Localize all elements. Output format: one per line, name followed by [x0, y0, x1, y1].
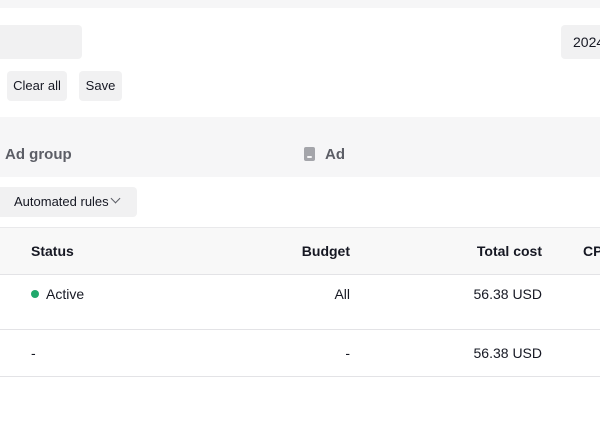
- ad-icon: [304, 147, 315, 161]
- chevron-down-icon: [110, 193, 121, 204]
- status-active-dot-icon: [31, 290, 39, 298]
- automated-rules-dropdown[interactable]: Automated rules: [0, 187, 137, 217]
- filter-box[interactable]: [0, 25, 82, 59]
- total-cost-cell: 56.38 USD: [473, 286, 542, 302]
- page: 2024 Clear all Save Ad group Ad Automate…: [0, 0, 600, 437]
- budget-cell: -: [345, 345, 350, 361]
- clear-all-button[interactable]: Clear all: [7, 71, 67, 101]
- level-tab-bar: Ad group Ad: [0, 117, 600, 177]
- column-header-budget[interactable]: Budget: [302, 228, 350, 274]
- column-header-cpc[interactable]: CP: [583, 228, 600, 274]
- column-header-status[interactable]: Status: [31, 228, 74, 274]
- date-range-picker[interactable]: 2024: [561, 25, 600, 59]
- total-cost-cell: 56.38 USD: [473, 345, 542, 361]
- table-row: - - 56.38 USD: [0, 330, 600, 377]
- save-button[interactable]: Save: [79, 71, 122, 101]
- column-header-total-cost[interactable]: Total cost: [477, 228, 542, 274]
- top-strip: [0, 0, 600, 8]
- status-cell: Active: [46, 286, 85, 302]
- automated-rules-label: Automated rules: [14, 194, 109, 209]
- tab-ad-group[interactable]: Ad group: [5, 117, 72, 177]
- table-row: Active All 56.38 USD: [0, 275, 600, 330]
- table-header: Status Budget Total cost CP: [0, 227, 600, 275]
- budget-cell: All: [334, 286, 350, 302]
- tab-ad[interactable]: Ad: [325, 117, 345, 177]
- status-cell: -: [31, 345, 36, 361]
